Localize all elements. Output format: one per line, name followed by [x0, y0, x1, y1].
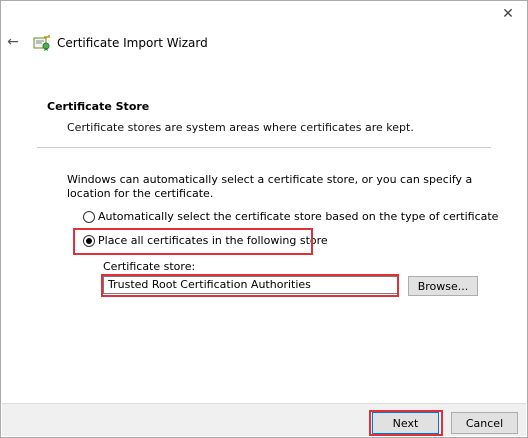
wizard-title: Certificate Import Wizard	[57, 36, 208, 50]
cancel-button[interactable]: Cancel	[451, 412, 518, 434]
intro-text: Windows can automatically select a certi…	[67, 173, 473, 200]
close-button[interactable]: ✕	[499, 5, 517, 23]
section-description: Certificate stores are system areas wher…	[67, 121, 414, 134]
place-in-store-option[interactable]: Place all certificates in the following …	[83, 234, 328, 247]
auto-select-option[interactable]: Automatically select the certificate sto…	[83, 210, 498, 223]
close-icon: ✕	[502, 6, 514, 22]
radio-selected-dot	[86, 237, 92, 244]
section-title: Certificate Store	[47, 100, 150, 113]
auto-select-label: Automatically select the certificate sto…	[98, 210, 499, 223]
certificate-store-field[interactable]: Trusted Root Certification Authorities	[103, 276, 399, 294]
back-arrow-icon: ←	[7, 34, 19, 50]
auto-select-radio[interactable]	[83, 210, 95, 223]
back-button[interactable]: ←	[5, 34, 21, 50]
wizard-footer	[2, 403, 526, 436]
certificate-import-wizard-window: ✕ ← Certificate Import Wizard Certificat…	[0, 0, 528, 438]
certificate-store-label: Certificate store:	[103, 260, 196, 273]
certificate-wizard-icon	[33, 35, 50, 51]
place-in-store-label: Place all certificates in the following …	[98, 234, 328, 247]
divider	[37, 147, 491, 148]
browse-button[interactable]: Browse...	[408, 276, 478, 296]
next-button[interactable]: Next	[372, 412, 439, 434]
place-in-store-radio[interactable]	[83, 234, 95, 247]
